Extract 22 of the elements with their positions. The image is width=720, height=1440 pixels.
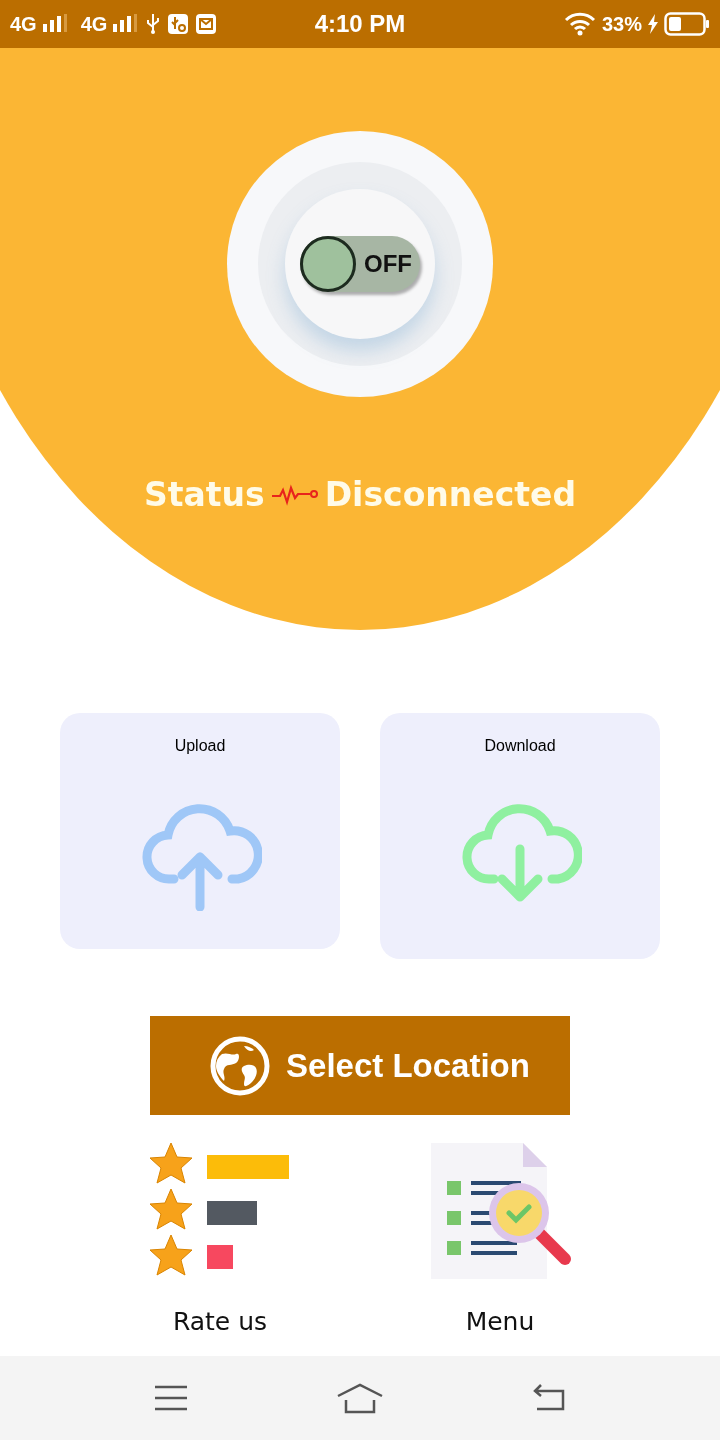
status-label: Status (144, 475, 265, 514)
card-label: Upload (174, 737, 226, 755)
globe-icon (210, 1035, 271, 1096)
signal-icon (42, 14, 69, 34)
status-value: Disconnected (324, 475, 576, 514)
network-label: 4G (80, 12, 108, 36)
power-toggle[interactable]: OFF (300, 236, 420, 292)
card-label: Download (484, 737, 556, 755)
usb-icon (145, 13, 162, 35)
select-location-button[interactable]: Select Location (150, 1016, 570, 1115)
battery-percent: 33% (602, 12, 642, 36)
usb-settings-icon (167, 13, 190, 35)
signal-icon (113, 14, 140, 34)
clock: 4:10 PM (314, 10, 406, 37)
wifi-icon (564, 12, 596, 36)
shortcut-button[interactable]: Menu (410, 1141, 590, 1336)
pulse-icon (270, 483, 319, 506)
shortcut-button[interactable]: Rate us (130, 1141, 310, 1336)
charging-icon (648, 14, 658, 34)
battery-icon (664, 12, 710, 36)
mail-icon (195, 13, 218, 35)
network-label: 4G (10, 12, 37, 36)
